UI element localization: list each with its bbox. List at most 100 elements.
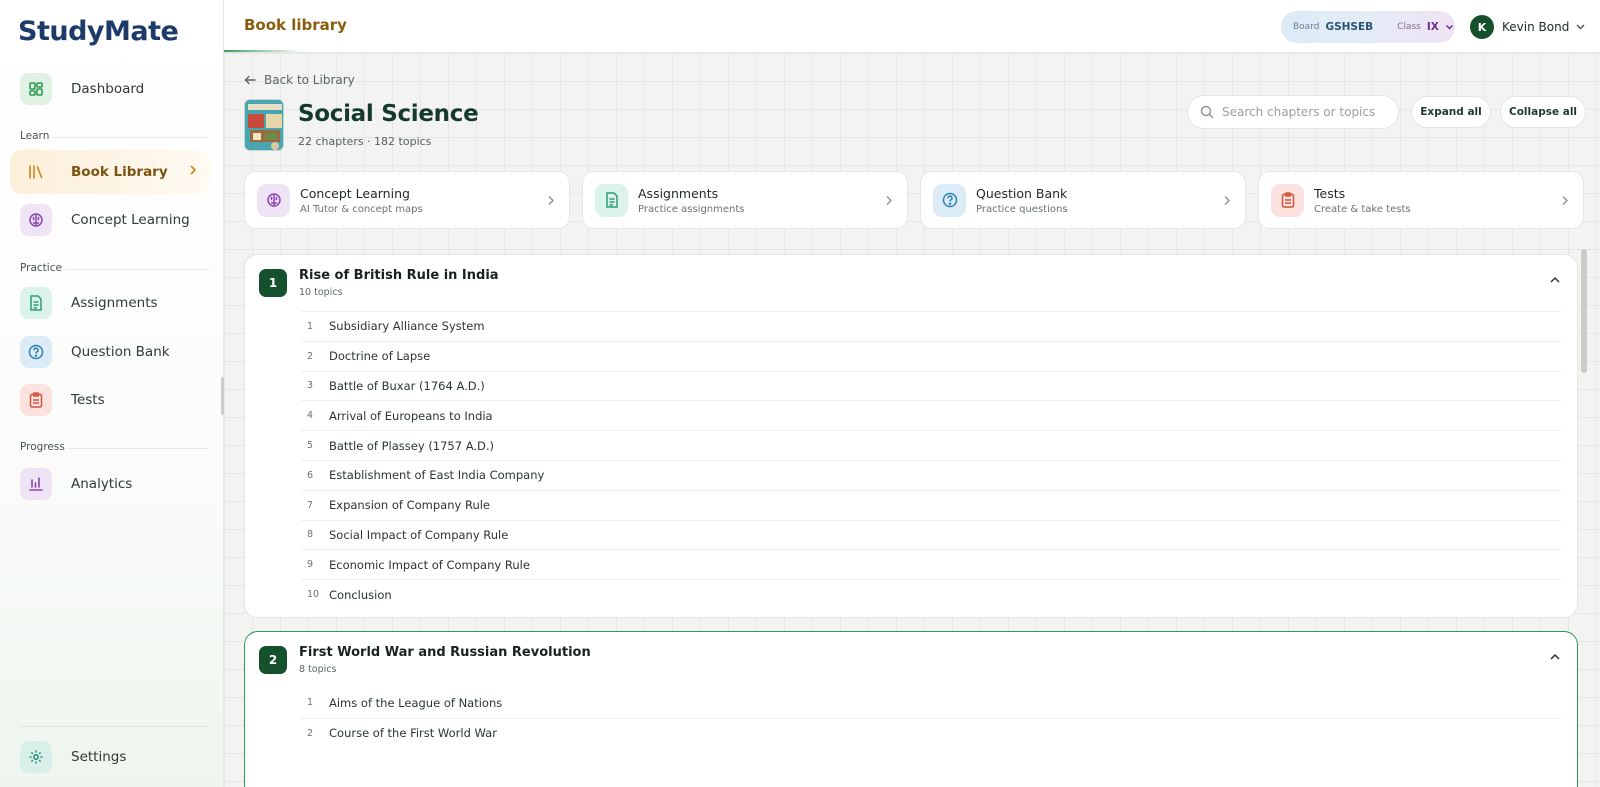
- list-item[interactable]: 9 Economic Impact of Company Rule: [301, 549, 1561, 579]
- chapter-header[interactable]: 2 First World War and Russian Revolution…: [245, 632, 1577, 688]
- class-segment[interactable]: Class IX: [1385, 11, 1466, 43]
- sidebar-item-tests[interactable]: Tests: [10, 378, 210, 422]
- class-label: Class: [1397, 22, 1421, 32]
- user-name: Kevin Bond: [1502, 20, 1570, 34]
- section-label-progress: Progress: [20, 441, 65, 453]
- collapse-all-button[interactable]: Collapse all: [1500, 96, 1586, 128]
- document-icon: [20, 287, 52, 319]
- chapter-number-badge: 2: [259, 646, 287, 674]
- topic-number: 10: [307, 589, 320, 601]
- sidebar-item-question-bank[interactable]: Question Bank: [10, 330, 210, 374]
- gear-icon: [20, 741, 52, 773]
- topic-list: 1 Aims of the League of Nations 2 Course o…: [245, 688, 1577, 748]
- brain-icon: [257, 183, 290, 217]
- chevron-up-icon[interactable]: [1549, 652, 1561, 662]
- quick-card-question-bank[interactable]: Question Bank Practice questions: [920, 171, 1246, 229]
- board-class-selector[interactable]: Board GSHSEB Class IX: [1281, 11, 1455, 43]
- expand-all-button[interactable]: Expand all: [1411, 96, 1491, 128]
- chapter-topic-count: 8 topics: [299, 664, 337, 675]
- search-input[interactable]: [1222, 105, 1392, 119]
- subject-meta: 22 chapters · 182 topics: [298, 135, 432, 148]
- topic-title: Arrival of Europeans to India: [329, 408, 493, 423]
- chapter-card-2: 2 First World War and Russian Revolution…: [244, 631, 1578, 787]
- dashboard-grid-icon: [20, 73, 52, 105]
- sidebar-item-label: Tests: [71, 392, 105, 408]
- list-item[interactable]: 2 Doctrine of Lapse: [301, 340, 1561, 371]
- clipboard-icon: [20, 384, 52, 416]
- page-title: Book library: [244, 16, 347, 34]
- quick-card-tests[interactable]: Tests Create & take tests: [1258, 171, 1584, 229]
- sidebar-item-assignments[interactable]: Assignments: [10, 281, 210, 325]
- book-cover-image: [244, 99, 284, 151]
- topic-number: 1: [307, 320, 314, 332]
- sidebar-item-analytics[interactable]: Analytics: [10, 462, 210, 506]
- list-item[interactable]: 7 Expansion of Company Rule: [301, 489, 1561, 520]
- topic-number: 2: [307, 727, 314, 739]
- chevron-right-icon: [1562, 196, 1568, 205]
- chapter-card-1: 1 Rise of British Rule in India 10 topic…: [244, 254, 1578, 618]
- topic-number: 2: [307, 350, 314, 362]
- user-menu[interactable]: K Kevin Bond: [1468, 11, 1592, 43]
- sidebar-item-book-library[interactable]: Book Library: [10, 150, 210, 194]
- logo-study: Study: [18, 15, 105, 47]
- chapter-title: First World War and Russian Revolution: [299, 645, 591, 660]
- main-scrollbar[interactable]: [1581, 249, 1587, 373]
- topic-title: Subsidiary Alliance System: [329, 319, 485, 334]
- topic-number: 1: [307, 697, 314, 709]
- list-item[interactable]: 10 Conclusion: [301, 579, 1561, 609]
- list-item[interactable]: 1 Subsidiary Alliance System: [301, 311, 1561, 341]
- topic-title: Battle of Plassey (1757 A.D.): [329, 438, 495, 453]
- back-link-label: Back to Library: [264, 73, 355, 87]
- sidebar-item-settings[interactable]: Settings: [10, 735, 210, 779]
- list-item[interactable]: 2 Course of the First World War: [301, 717, 1561, 748]
- sidebar-item-label: Analytics: [71, 476, 133, 492]
- back-to-library-link[interactable]: Back to Library: [244, 73, 355, 87]
- chevron-right-icon: [886, 196, 892, 205]
- chapter-title: Rise of British Rule in India: [299, 268, 499, 283]
- topic-number: 9: [307, 559, 314, 571]
- topic-title: Establishment of East India Company: [329, 468, 545, 483]
- topic-title: Social Impact of Company Rule: [329, 527, 509, 542]
- quick-card-subtitle: AI Tutor & concept maps: [300, 203, 423, 215]
- logo-mate: Mate: [104, 15, 179, 47]
- quick-card-assignments[interactable]: Assignments Practice assignments: [582, 171, 908, 229]
- sidebar-item-label: Assignments: [71, 295, 158, 311]
- brain-icon: [20, 204, 52, 236]
- clipboard-icon: [1271, 183, 1304, 217]
- chevron-up-icon[interactable]: [1549, 275, 1561, 285]
- topbar: Book library Board GSHSEB Class IX K Kev…: [224, 0, 1600, 53]
- sidebar-item-dashboard[interactable]: Dashboard: [10, 67, 210, 111]
- sidebar-item-label: Dashboard: [71, 81, 145, 97]
- question-icon: [933, 183, 966, 217]
- section-divider: [68, 448, 209, 449]
- studymate-logo[interactable]: StudyMate: [18, 14, 179, 48]
- title-underline: [224, 50, 304, 52]
- list-item[interactable]: 3 Battle of Buxar (1764 A.D.): [301, 370, 1561, 401]
- list-item[interactable]: 5 Battle of Plassey (1757 A.D.): [301, 430, 1561, 460]
- quick-card-title: Assignments: [638, 185, 719, 201]
- sidebar-item-label: Settings: [71, 749, 127, 765]
- sidebar-item-label: Book Library: [71, 164, 168, 180]
- topic-title: Conclusion: [329, 587, 392, 602]
- list-item[interactable]: 4 Arrival of Europeans to India: [301, 400, 1561, 430]
- topic-number: 4: [307, 410, 314, 422]
- topic-title: Economic Impact of Company Rule: [329, 557, 530, 572]
- topic-title: Course of the First World War: [329, 726, 497, 741]
- quick-card-title: Tests: [1314, 185, 1346, 201]
- quick-card-concept-learning[interactable]: Concept Learning AI Tutor & concept maps: [244, 171, 570, 229]
- bar-chart-icon: [20, 468, 52, 500]
- board-label: Board: [1293, 22, 1320, 32]
- list-item[interactable]: 6 Establishment of East India Company: [301, 459, 1561, 490]
- list-item[interactable]: 8 Social Impact of Company Rule: [301, 519, 1561, 550]
- avatar: K: [1470, 15, 1494, 39]
- board-segment[interactable]: Board GSHSEB: [1281, 11, 1385, 43]
- quick-card-title: Concept Learning: [300, 185, 410, 201]
- quick-card-title: Question Bank: [976, 185, 1068, 201]
- search-bar[interactable]: [1187, 95, 1399, 129]
- sidebar-item-concept-learning[interactable]: Concept Learning: [10, 198, 210, 242]
- topic-number: 7: [307, 499, 314, 511]
- chapter-header[interactable]: 1 Rise of British Rule in India 10 topic…: [245, 255, 1577, 311]
- topic-list: 1 Subsidiary Alliance System 2 Doctrine of…: [245, 311, 1577, 609]
- chevron-right-icon: [1224, 196, 1230, 205]
- list-item[interactable]: 1 Aims of the League of Nations: [301, 688, 1561, 718]
